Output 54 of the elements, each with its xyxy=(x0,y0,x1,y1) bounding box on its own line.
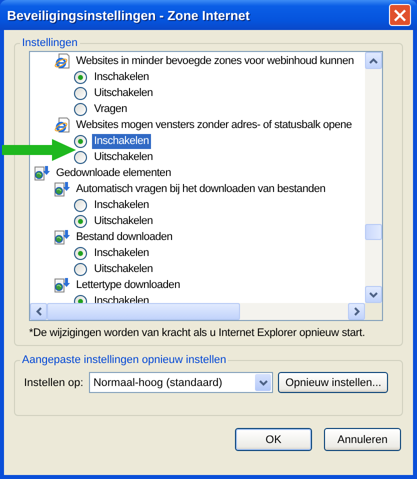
radio-button[interactable] xyxy=(74,246,87,260)
chevron-left-icon xyxy=(36,307,42,316)
caret-icon xyxy=(258,380,268,386)
browser-page-icon xyxy=(54,117,70,133)
chevron-up-icon xyxy=(369,58,378,64)
radio-button[interactable] xyxy=(74,198,87,212)
option-label[interactable]: Inschakelen xyxy=(92,246,151,260)
radio-button[interactable] xyxy=(74,86,87,100)
ok-button[interactable]: OK xyxy=(235,428,312,451)
setting-label: Automatisch vragen bij het downloaden van bestanden xyxy=(75,182,326,196)
chevron-down-icon xyxy=(369,292,378,298)
window-title: Beveiligingsinstellingen - Zone Internet xyxy=(7,8,250,22)
radio-button[interactable] xyxy=(74,70,87,84)
setting-label: Websites mogen vensters zonder adres- of statusbalk opene xyxy=(75,118,353,132)
scroll-thumb[interactable] xyxy=(47,303,240,320)
setting-label: Bestand downloaden xyxy=(75,230,174,244)
field-label: Instellen op: xyxy=(24,376,84,388)
option-label[interactable]: Inschakelen xyxy=(92,198,151,212)
radio-button[interactable] xyxy=(74,150,87,164)
restart-note: *De wijzigingen worden van kracht als u Internet Explorer opnieuw start. xyxy=(29,327,366,339)
download-globe-icon xyxy=(54,277,70,293)
vertical-scrollbar[interactable] xyxy=(365,52,382,303)
option-label[interactable]: Uitschakelen xyxy=(92,150,155,164)
option-label[interactable]: Vragen xyxy=(92,102,129,116)
scroll-down-button[interactable] xyxy=(365,286,382,303)
horizontal-scrollbar[interactable] xyxy=(30,303,365,320)
scroll-left-button[interactable] xyxy=(30,303,47,320)
reset-button[interactable]: Opnieuw instellen... xyxy=(278,372,388,393)
radio-button[interactable] xyxy=(74,262,87,276)
option-label[interactable]: Uitschakelen xyxy=(92,86,155,100)
option-label[interactable]: Uitschakelen xyxy=(92,262,155,276)
option-label[interactable]: Uitschakelen xyxy=(92,214,155,228)
cancel-button[interactable]: Annuleren xyxy=(324,428,401,451)
scroll-right-button[interactable] xyxy=(348,303,365,320)
download-globe-icon xyxy=(54,181,70,197)
radio-button[interactable] xyxy=(74,102,87,116)
chevron-right-icon xyxy=(354,307,360,316)
category-label: Gedownloade elementen xyxy=(55,166,172,180)
arrow-icon xyxy=(2,139,76,161)
option-label[interactable]: Inschakelen xyxy=(92,70,151,84)
setting-label: Websites in minder bevoegde zones voor webinhoud kunnen xyxy=(75,54,355,68)
download-globe-icon xyxy=(54,229,70,245)
radio-button[interactable] xyxy=(74,214,87,228)
group-title: Aangepaste instellingen opnieuw instellen xyxy=(21,354,228,366)
scroll-thumb[interactable] xyxy=(365,224,382,240)
setting-label: Lettertype downloaden xyxy=(75,278,181,292)
radio-button[interactable] xyxy=(74,134,87,148)
scroll-up-button[interactable] xyxy=(365,52,382,69)
scrollbar-corner xyxy=(365,303,382,320)
close-button[interactable] xyxy=(389,4,411,26)
download-globe-icon xyxy=(34,165,50,181)
option-label[interactable]: Inschakelen xyxy=(92,134,151,148)
group-title: Instellingen xyxy=(21,37,79,49)
security-level-dropdown[interactable]: Normaal-hoog (standaard) xyxy=(89,372,274,393)
